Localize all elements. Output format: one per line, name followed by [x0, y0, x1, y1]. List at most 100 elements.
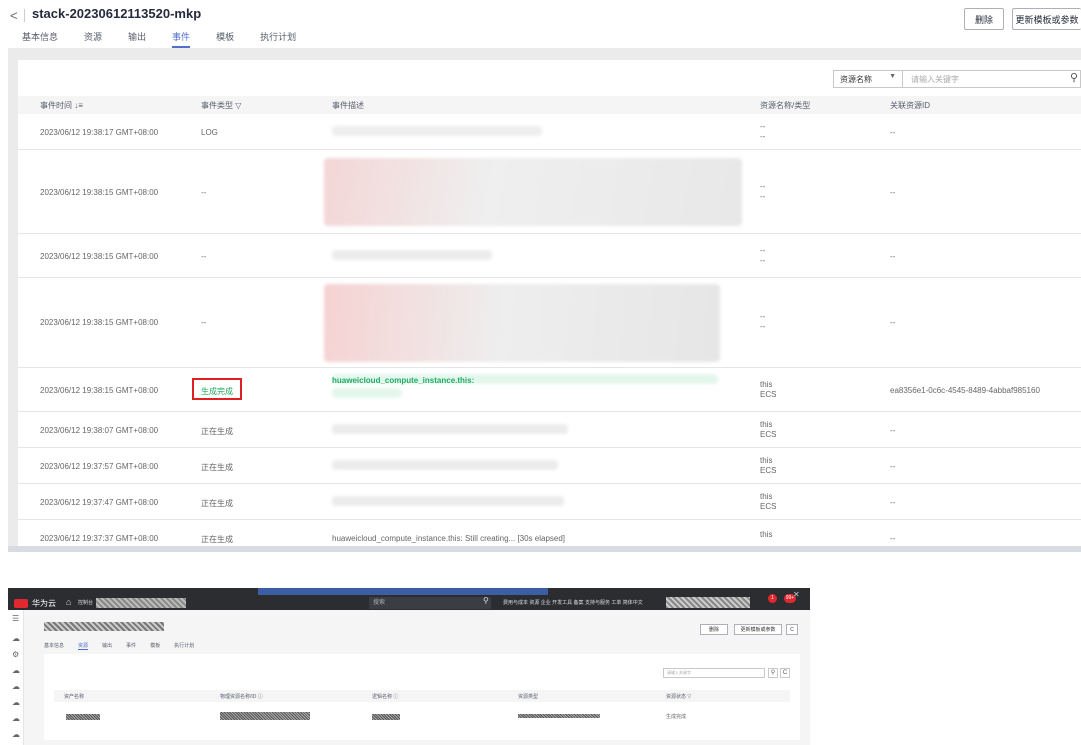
redacted-description: [332, 250, 492, 260]
resource-name: this: [760, 420, 773, 429]
resources-panel: 请输入关键字 ⚲ C 资产名称 物理资源名称/ID ⓘ 逻辑名称 ⓘ 资源类型 …: [44, 654, 800, 740]
tab-template[interactable]: 模板: [216, 30, 234, 48]
table-row: 2023/06/12 19:38:15 GMT+08:00 -- -- -- -…: [18, 278, 1081, 368]
refresh-icon[interactable]: C: [780, 668, 790, 678]
update-template-button[interactable]: 更新模板或参数: [1012, 8, 1081, 30]
redacted-description: [324, 158, 742, 226]
table-row: 2023/06/12 19:37:47 GMT+08:00 正在生成 this …: [18, 484, 1081, 520]
redacted-user-account[interactable]: [666, 597, 750, 608]
cloud-icon[interactable]: ☁: [12, 698, 20, 707]
event-description: huaweicloud_compute_instance.this:: [332, 376, 475, 385]
event-time: 2023/06/12 19:38:15 GMT+08:00: [40, 386, 159, 395]
cloud-icon[interactable]: ☁: [12, 634, 20, 643]
bottom-scrollbar[interactable]: [8, 546, 1081, 552]
cloud-icon[interactable]: ☁: [12, 682, 20, 691]
tab-bar: 基本信息 资源 输出 事件 模板 执行计划: [22, 30, 322, 48]
resource-id: --: [890, 498, 896, 507]
cloud-icon[interactable]: ☁: [12, 714, 20, 723]
global-search-input[interactable]: 搜索: [369, 597, 491, 609]
tab-outputs[interactable]: 输出: [128, 30, 146, 48]
resource-id: --: [890, 534, 896, 543]
delete-button[interactable]: 删除: [964, 8, 1004, 30]
resource-type: ECS: [760, 502, 777, 511]
redacted-description: [332, 460, 558, 470]
huawei-logo-icon[interactable]: [14, 599, 28, 608]
resource-type: --: [760, 322, 766, 331]
settings-icon[interactable]: ⚙: [12, 650, 19, 659]
resource-id: --: [890, 188, 896, 197]
keyword-search-input[interactable]: 请输入关键字: [663, 668, 765, 678]
brand-name[interactable]: 华为云: [32, 598, 56, 609]
resource-type: --: [760, 192, 766, 201]
redacted-description: [332, 126, 542, 136]
console-link[interactable]: 控制台: [78, 599, 93, 606]
resource-id[interactable]: ea8356e1-0c6c-4545-8489-4abbaf985160: [890, 386, 1040, 395]
cloud-icon[interactable]: ☁: [12, 730, 20, 739]
resource-name: this: [760, 530, 773, 539]
col-event-time[interactable]: 事件时间 ↓≡: [40, 100, 83, 111]
update-template-button[interactable]: 更新模板或参数: [734, 624, 782, 635]
redacted-description: [332, 388, 402, 398]
resource-name: --: [760, 182, 766, 191]
help-icon: ⓘ: [257, 694, 263, 700]
resource-name: --: [760, 312, 766, 321]
search-icon[interactable]: ⚲: [768, 668, 778, 678]
stack-detail-events-view: < stack-20230612113520-mkp 删除 更新模板或参数 基本…: [0, 0, 1081, 552]
event-time: 2023/06/12 19:38:15 GMT+08:00: [40, 252, 159, 261]
main-content: 删除 更新模板或参数 C 基本信息 资源 输出 事件 模板 执行计划 请输入关键…: [24, 610, 810, 745]
cloud-icon[interactable]: ☁: [12, 666, 20, 675]
redacted-description: [332, 496, 564, 506]
filter-field-select[interactable]: 资源名称 ▼: [833, 70, 903, 88]
resource-id: --: [890, 462, 896, 471]
home-icon[interactable]: ⌂: [66, 597, 71, 607]
tab-resources[interactable]: 资源: [78, 642, 89, 650]
tab-basic-info[interactable]: 基本信息: [44, 642, 64, 650]
tab-template[interactable]: 模板: [150, 642, 160, 650]
event-time: 2023/06/12 19:38:07 GMT+08:00: [40, 426, 159, 435]
redacted-logical-name: [372, 714, 400, 720]
tab-events[interactable]: 事件: [172, 30, 191, 48]
delete-button[interactable]: 删除: [700, 624, 728, 635]
event-time: 2023/06/12 19:37:37 GMT+08:00: [40, 534, 159, 543]
col-resource-type: 资源类型: [518, 694, 539, 700]
top-nav-links[interactable]: 费用与成本 资源 企业 开发工具 备案 支持与服务 工单 简体中文: [503, 599, 643, 606]
cart-badge[interactable]: 1: [768, 594, 777, 603]
resource-name: this: [760, 492, 773, 501]
col-physical-resource: 物理资源名称/ID ⓘ: [220, 694, 263, 700]
close-icon[interactable]: ✕: [793, 590, 800, 599]
filter-icon[interactable]: ▽: [687, 694, 691, 700]
menu-icon[interactable]: ☰: [12, 614, 19, 623]
back-icon[interactable]: <: [10, 8, 18, 23]
tab-execution-plan[interactable]: 执行计划: [260, 30, 296, 48]
tab-outputs[interactable]: 输出: [102, 642, 112, 650]
page-header: < stack-20230612113520-mkp 删除 更新模板或参数 基本…: [0, 0, 1081, 48]
resource-name: this: [760, 456, 773, 465]
col-event-type[interactable]: 事件类型 ▽: [201, 100, 241, 111]
filter-icon[interactable]: ▽: [235, 101, 241, 110]
notice-banner: [258, 588, 548, 595]
table-row: 2023/06/12 19:38:15 GMT+08:00 -- -- -- -…: [18, 234, 1081, 278]
event-type: 正在生成: [201, 463, 233, 472]
resource-type: ECS: [760, 466, 777, 475]
table-header: 资产名称 物理资源名称/ID ⓘ 逻辑名称 ⓘ 资源类型 资源状态 ▽: [54, 690, 790, 702]
search-icon[interactable]: ⚲: [483, 596, 489, 605]
redacted-description: [332, 424, 568, 434]
filter-keyword-input[interactable]: 请输入关键字: [903, 70, 1081, 88]
chevron-down-icon: ▼: [889, 73, 896, 80]
tab-events[interactable]: 事件: [126, 642, 136, 650]
search-icon[interactable]: ⚲: [1070, 71, 1078, 84]
redacted-physical-resource: [220, 712, 310, 720]
sort-icon[interactable]: ↓≡: [74, 101, 83, 110]
event-type: 正在生成: [201, 499, 233, 508]
resource-name: --: [760, 122, 766, 131]
service-sidebar: ☰ ☁ ⚙ ☁ ☁ ☁ ☁ ☁: [8, 610, 24, 745]
redacted-stack-title: [44, 622, 164, 631]
event-time: 2023/06/12 19:38:15 GMT+08:00: [40, 318, 159, 327]
tab-basic-info[interactable]: 基本信息: [22, 30, 58, 48]
redacted-resource-type: [518, 714, 600, 718]
resource-name: this: [760, 380, 773, 389]
redacted-region-selector[interactable]: [96, 598, 186, 608]
tab-execution-plan[interactable]: 执行计划: [174, 642, 194, 650]
refresh-icon[interactable]: C: [786, 624, 798, 635]
tab-resources[interactable]: 资源: [84, 30, 102, 48]
